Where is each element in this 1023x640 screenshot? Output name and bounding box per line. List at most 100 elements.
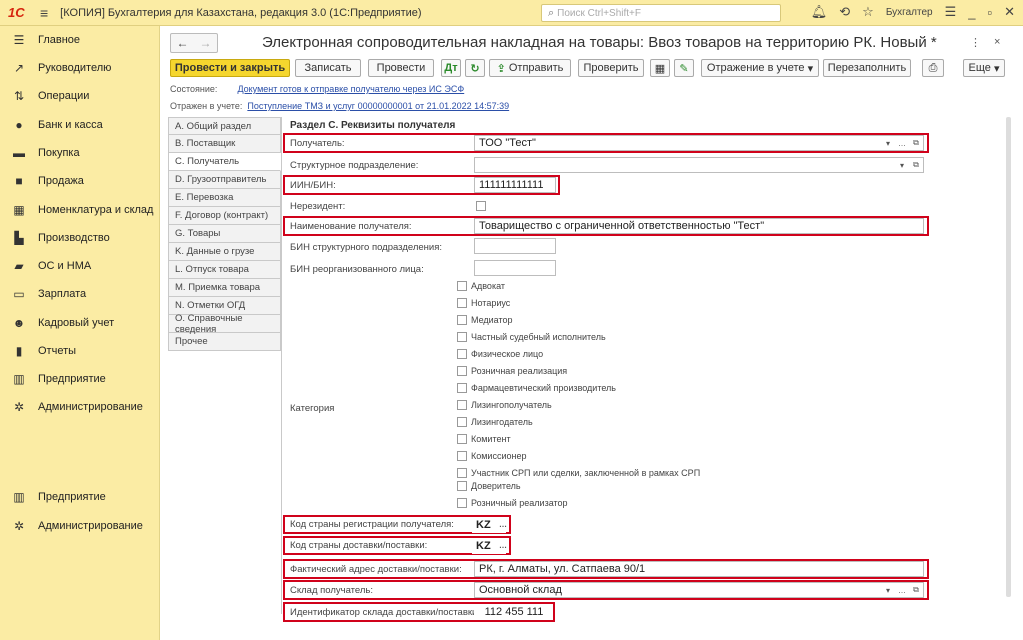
- category-checkbox[interactable]: [457, 400, 467, 410]
- more-dropdown[interactable]: Еще ▾: [963, 59, 1005, 77]
- sidebar-item-enterprise[interactable]: ▥ Предприятие: [0, 367, 105, 391]
- tab-contract[interactable]: F. Договор (контракт): [168, 207, 281, 225]
- trend-icon: ↗: [13, 61, 25, 75]
- select-ellipsis-icon[interactable]: …: [895, 583, 909, 597]
- back-arrow-icon[interactable]: ←: [177, 36, 189, 50]
- tab-reference[interactable]: O. Справочные сведения: [168, 313, 281, 335]
- name-field[interactable]: Товарищество с ограниченной ответственно…: [474, 218, 924, 234]
- sidebar-item-operations[interactable]: ⇅ Операции: [0, 84, 90, 108]
- select-ellipsis-icon[interactable]: …: [895, 136, 909, 150]
- category-checkbox[interactable]: [457, 417, 467, 427]
- sidebar-item-reports[interactable]: ▮ Отчеты: [0, 339, 76, 363]
- category-checkbox[interactable]: [457, 468, 467, 478]
- more-actions-icon[interactable]: ⋮: [970, 36, 981, 49]
- bin-reorg-field[interactable]: [474, 260, 556, 276]
- history-icon[interactable]: ⟲: [839, 4, 850, 20]
- category-checkbox[interactable]: [457, 349, 467, 359]
- refresh-icon[interactable]: ↻: [465, 59, 485, 77]
- category-checkbox[interactable]: [457, 315, 467, 325]
- warehouse-field[interactable]: Основной склад ▾ … ⧉: [474, 582, 924, 598]
- post-button[interactable]: Провести: [368, 59, 434, 77]
- open-icon[interactable]: ⧉: [909, 136, 923, 150]
- sidebar-item-bank[interactable]: ● Банк и касса: [0, 113, 103, 137]
- grid-icon[interactable]: ▦: [650, 59, 670, 77]
- chevron-down-icon[interactable]: ▾: [881, 583, 895, 597]
- select-ellipsis-icon[interactable]: …: [496, 538, 510, 552]
- tab-general[interactable]: A. Общий раздел: [168, 117, 281, 135]
- user-name[interactable]: Бухгалтер: [886, 7, 933, 18]
- chevron-down-icon[interactable]: ▾: [895, 158, 909, 172]
- recipient-field[interactable]: ТОО "Тест" ▾ … ⧉: [474, 135, 924, 151]
- category-checkbox[interactable]: [457, 332, 467, 342]
- tab-acceptance[interactable]: M. Приемка товара: [168, 279, 281, 297]
- sidebar-item-nomenclature[interactable]: ▦ Номенклатура и склад: [0, 198, 153, 222]
- bin-struct-field[interactable]: [474, 238, 556, 254]
- sidebar-item-main[interactable]: ☰ Главное: [0, 28, 80, 52]
- close-form-icon[interactable]: ×: [994, 36, 1000, 48]
- sidebar-item-assets[interactable]: ▰ ОС и НМА: [0, 254, 91, 278]
- tab-shipper[interactable]: D. Грузоотправитель: [168, 171, 281, 189]
- close-icon[interactable]: ✕: [1004, 4, 1015, 20]
- chevron-down-icon[interactable]: ▾: [881, 136, 895, 150]
- wh-id-value: 112 455 111: [484, 606, 544, 618]
- sidebar-item-admin[interactable]: ✲ Администрирование: [0, 395, 143, 419]
- reflected-link[interactable]: Поступление ТМЗ и услуг 00000000001 от 2…: [247, 101, 509, 111]
- tab-transport[interactable]: E. Перевозка: [168, 189, 281, 207]
- tab-supplier[interactable]: B. Поставщик: [168, 135, 281, 153]
- sidebar-item-enterprise-2[interactable]: ▥ Предприятие: [0, 485, 105, 509]
- category-checkbox[interactable]: [457, 298, 467, 308]
- sidebar-item-purchase[interactable]: ▬ Покупка: [0, 141, 80, 165]
- save-button[interactable]: Записать: [295, 59, 361, 77]
- star-icon[interactable]: ☆: [862, 4, 874, 20]
- settings-icon[interactable]: ☰: [945, 4, 957, 20]
- minimize-icon[interactable]: _: [968, 5, 975, 20]
- state-link[interactable]: Документ готов к отправке получателю чер…: [237, 84, 464, 94]
- category-checkbox[interactable]: [457, 498, 467, 508]
- sidebar-item-label: Банк и касса: [38, 119, 103, 131]
- reg-country-field[interactable]: KZ …: [472, 517, 507, 533]
- tab-release[interactable]: L. Отпуск товара: [168, 261, 281, 279]
- sidebar-item-production[interactable]: ▙ Производство: [0, 226, 109, 250]
- reflected-label: Отражен в учете:: [170, 101, 243, 111]
- nonresident-label: Нерезидент:: [290, 201, 346, 212]
- sidebar-item-salary[interactable]: ▭ Зарплата: [0, 282, 86, 306]
- del-country-field[interactable]: KZ …: [472, 538, 507, 554]
- nonresident-checkbox[interactable]: [476, 201, 486, 211]
- search-input[interactable]: ⌕ Поиск Ctrl+Shift+F: [541, 4, 781, 22]
- tab-goods[interactable]: G. Товары: [168, 225, 281, 243]
- vertical-scrollbar[interactable]: [1006, 117, 1011, 597]
- category-checkbox[interactable]: [457, 366, 467, 376]
- sidebar-item-director[interactable]: ↗ Руководителю: [0, 56, 111, 80]
- refill-button[interactable]: Перезаполнить: [823, 59, 911, 77]
- post-and-close-button[interactable]: Провести и закрыть: [170, 59, 290, 77]
- bell-icon[interactable]: 🔔︎: [811, 4, 828, 20]
- category-checkbox[interactable]: [457, 383, 467, 393]
- wh-id-field[interactable]: 112 455 111: [474, 604, 550, 620]
- sidebar-item-admin-2[interactable]: ✲ Администрирование: [0, 514, 143, 538]
- forward-arrow-icon[interactable]: →: [200, 36, 212, 50]
- category-checkbox[interactable]: [457, 451, 467, 461]
- page-title: Электронная сопроводительная накладная н…: [262, 34, 937, 51]
- category-checkbox[interactable]: [457, 281, 467, 291]
- edit-icon[interactable]: ✎: [674, 59, 694, 77]
- open-icon[interactable]: ⧉: [909, 158, 923, 172]
- tab-other[interactable]: Прочее: [168, 333, 281, 351]
- category-checkbox[interactable]: [457, 481, 467, 491]
- open-icon[interactable]: ⧉: [909, 583, 923, 597]
- tab-recipient[interactable]: C. Получатель: [168, 153, 281, 171]
- iin-field[interactable]: 111111111111: [474, 177, 556, 193]
- address-field[interactable]: РК, г. Алматы, ул. Сатпаева 90/1: [474, 561, 924, 577]
- send-button[interactable]: ⇪ Отправить: [489, 59, 571, 77]
- print-icon[interactable]: ⎙: [922, 59, 944, 77]
- reflection-dropdown[interactable]: Отражение в учете ▾: [701, 59, 819, 77]
- tab-cargo[interactable]: K. Данные о грузе: [168, 243, 281, 261]
- main-menu-icon[interactable]: ≡: [40, 5, 48, 21]
- struct-field[interactable]: ▾ ⧉: [474, 157, 924, 173]
- sidebar-item-sales[interactable]: ■ Продажа: [0, 169, 84, 193]
- check-button[interactable]: Проверить: [578, 59, 644, 77]
- sidebar-item-hr[interactable]: ☻ Кадровый учет: [0, 311, 114, 335]
- select-ellipsis-icon[interactable]: …: [496, 517, 510, 531]
- journal-icon[interactable]: Дт: [441, 59, 461, 77]
- category-checkbox[interactable]: [457, 434, 467, 444]
- restore-icon[interactable]: ▫: [987, 5, 992, 20]
